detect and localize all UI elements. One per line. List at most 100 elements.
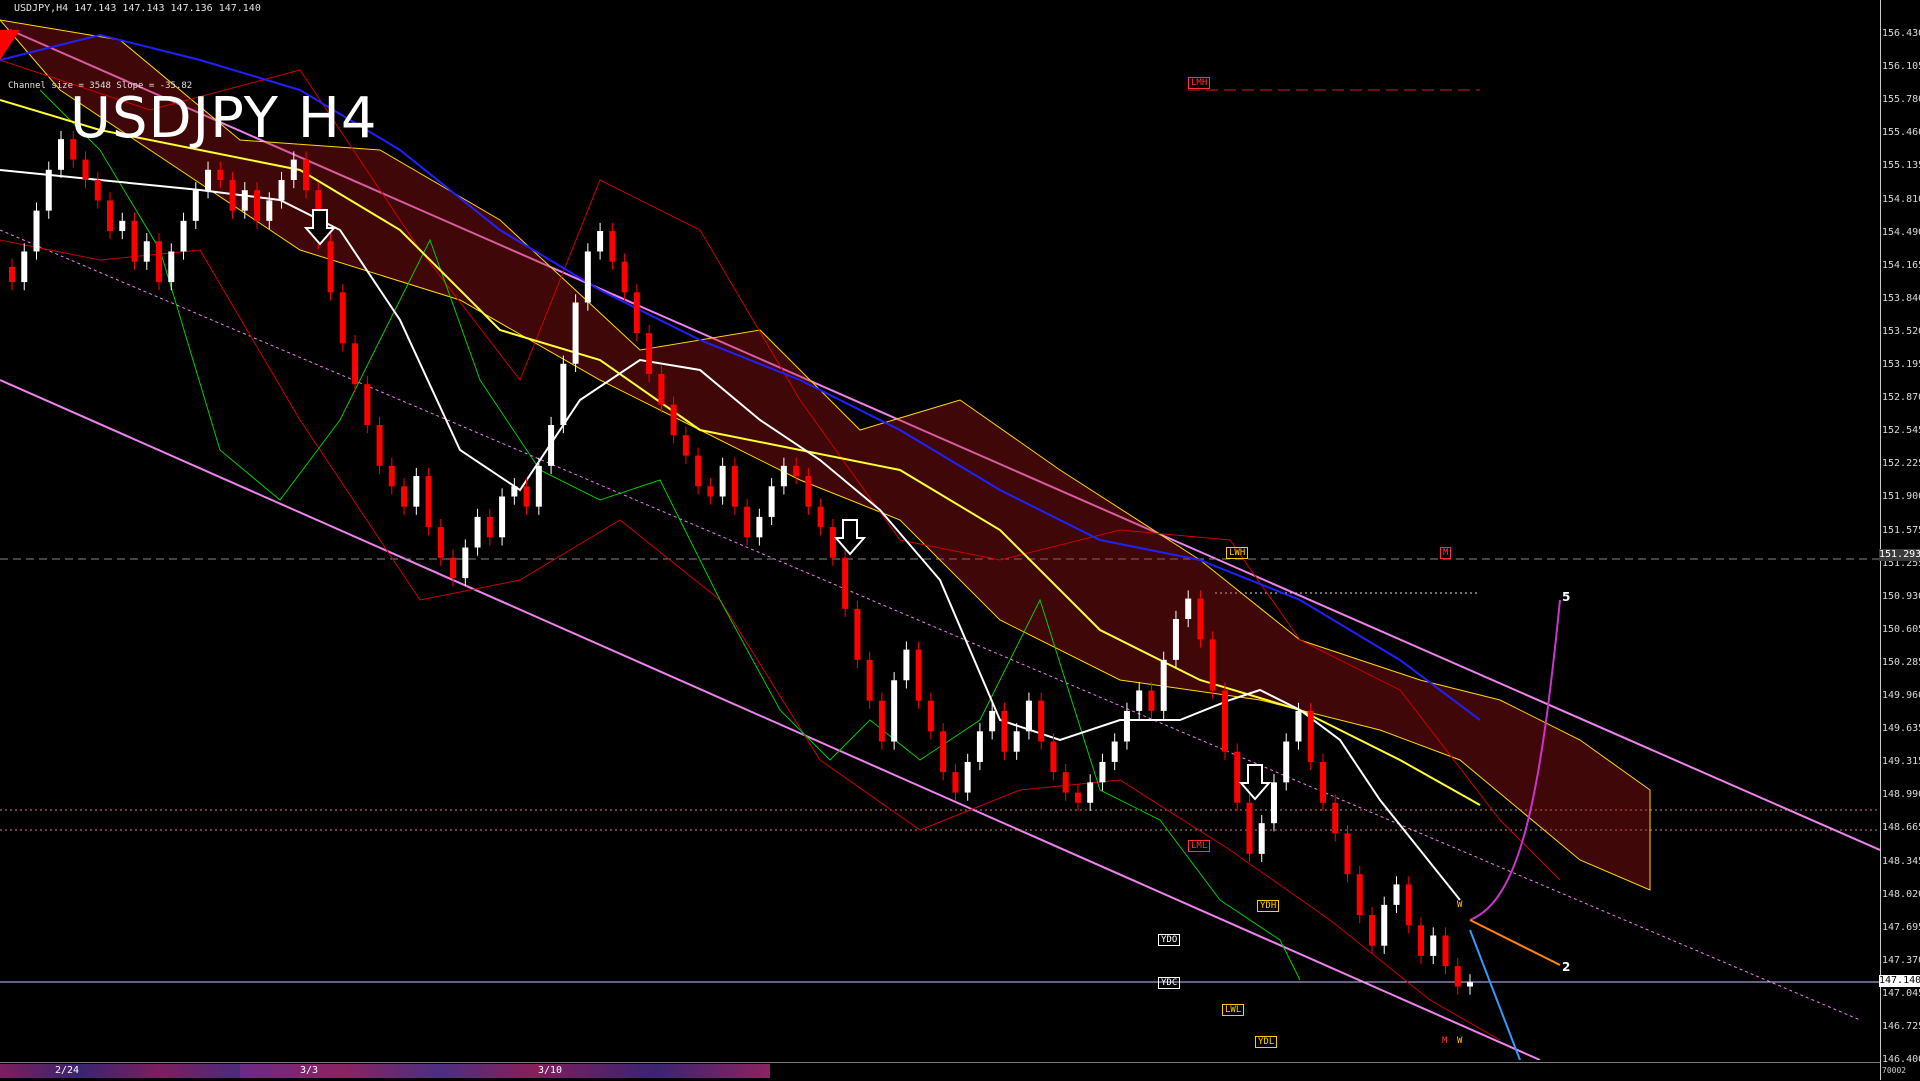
- level-lmh: LMH: [1188, 77, 1211, 89]
- current-price-marker: 147.140: [1879, 975, 1920, 987]
- candle-body: [33, 210, 40, 252]
- candle-body: [682, 435, 689, 456]
- candle-body: [1111, 741, 1118, 762]
- candle-body: [327, 241, 334, 293]
- corner-label: 70002: [1882, 1066, 1907, 1075]
- candle-body: [1393, 884, 1400, 905]
- candle-body: [621, 261, 628, 293]
- candle-body: [584, 251, 591, 303]
- candle-body: [695, 455, 702, 487]
- candle-body: [1319, 761, 1326, 803]
- candle-body: [1356, 874, 1363, 916]
- level-lwh: LWH: [1226, 547, 1249, 559]
- candle-body: [499, 496, 506, 538]
- candle-body: [1405, 884, 1412, 926]
- candle-body: [1283, 741, 1290, 783]
- candle-body: [805, 476, 812, 507]
- date-label-2: 3/3: [300, 1065, 319, 1076]
- price-tick: 149.960: [1882, 690, 1920, 701]
- candle-body: [1099, 761, 1106, 783]
- candle-body: [597, 231, 604, 252]
- candle-body: [866, 659, 873, 701]
- candle-body: [1074, 792, 1081, 803]
- candle-body: [915, 649, 922, 701]
- price-tick: 151.575: [1882, 524, 1920, 536]
- candle-body: [976, 731, 983, 762]
- candle-body: [548, 425, 555, 466]
- price-tick: 148.990: [1882, 789, 1920, 801]
- candle-body: [1160, 659, 1167, 711]
- candle-body: [670, 404, 677, 436]
- candle-body: [229, 179, 236, 211]
- candle-body: [266, 200, 273, 221]
- candle-body: [1013, 731, 1020, 752]
- price-tick: 154.165: [1882, 259, 1920, 271]
- price-tick: 150.930: [1882, 590, 1920, 602]
- level-ydh: YDH: [1257, 900, 1280, 912]
- candle-body: [1430, 935, 1437, 956]
- candle-body: [707, 486, 714, 497]
- candle-body: [1062, 772, 1069, 793]
- price-tick: 148.020: [1882, 888, 1920, 900]
- candle-body: [192, 190, 199, 221]
- candle-body: [425, 476, 432, 528]
- price-tick: 147.370: [1882, 954, 1920, 966]
- candle-body: [719, 465, 726, 497]
- candle-body: [1087, 782, 1094, 803]
- candle-body: [768, 486, 775, 517]
- candle-body: [1001, 710, 1008, 752]
- candle-body: [450, 557, 457, 579]
- candle-body: [388, 465, 395, 487]
- candle-body: [903, 649, 910, 681]
- candle-body: [1381, 904, 1388, 946]
- candle-body: [9, 266, 15, 283]
- price-tick: 151.900: [1882, 491, 1920, 503]
- candle-body: [205, 169, 212, 191]
- candle-body: [964, 761, 971, 793]
- candle-body: [241, 190, 248, 211]
- candle-body: [45, 169, 52, 211]
- candle-body: [278, 179, 285, 201]
- quote-header: USDJPY,H4 147.143 147.143 147.136 147.14…: [14, 3, 261, 14]
- candle-body: [927, 700, 934, 732]
- candle-body: [1123, 710, 1130, 742]
- candle-body: [156, 241, 163, 283]
- price-tick: 148.665: [1882, 822, 1920, 834]
- candle-body: [817, 506, 824, 528]
- candle-body: [756, 516, 763, 538]
- sell-arrow-icon: [1238, 764, 1272, 801]
- candle-body: [180, 220, 187, 252]
- candle-body: [535, 465, 542, 507]
- price-tick: 150.605: [1882, 623, 1920, 635]
- level-ydc: YDC: [1158, 977, 1181, 989]
- candle-body: [1050, 741, 1057, 773]
- candle-body: [646, 333, 653, 374]
- price-tick: 147.695: [1882, 921, 1920, 933]
- candle-body: [1172, 618, 1179, 660]
- price-tick: 155.460: [1882, 127, 1920, 139]
- candle-body: [131, 220, 138, 262]
- line-price-marker: 151.293: [1879, 549, 1920, 561]
- candle-body: [168, 251, 175, 283]
- candle-body: [854, 608, 861, 660]
- candle-body: [1246, 802, 1253, 854]
- candle-body: [1038, 700, 1045, 742]
- symbol-title: USDJPY H4: [70, 86, 378, 151]
- candle-body: [82, 159, 89, 180]
- candle-body: [940, 731, 947, 773]
- candle-body: [1197, 598, 1204, 640]
- candle-body: [842, 557, 849, 609]
- candle-body: [143, 241, 150, 262]
- date-label-3: 3/10: [538, 1065, 563, 1076]
- price-tick: 153.195: [1882, 359, 1920, 370]
- candle-body: [989, 710, 996, 732]
- period-strip-1: [0, 1064, 240, 1078]
- candle-body: [474, 516, 481, 548]
- price-chart[interactable]: [0, 0, 1880, 1060]
- price-tick: 149.315: [1882, 756, 1920, 768]
- candle-body: [58, 139, 65, 170]
- candle-body: [1148, 690, 1155, 711]
- candle-body: [303, 159, 310, 191]
- candle-body: [952, 772, 959, 793]
- candle-body: [633, 292, 640, 334]
